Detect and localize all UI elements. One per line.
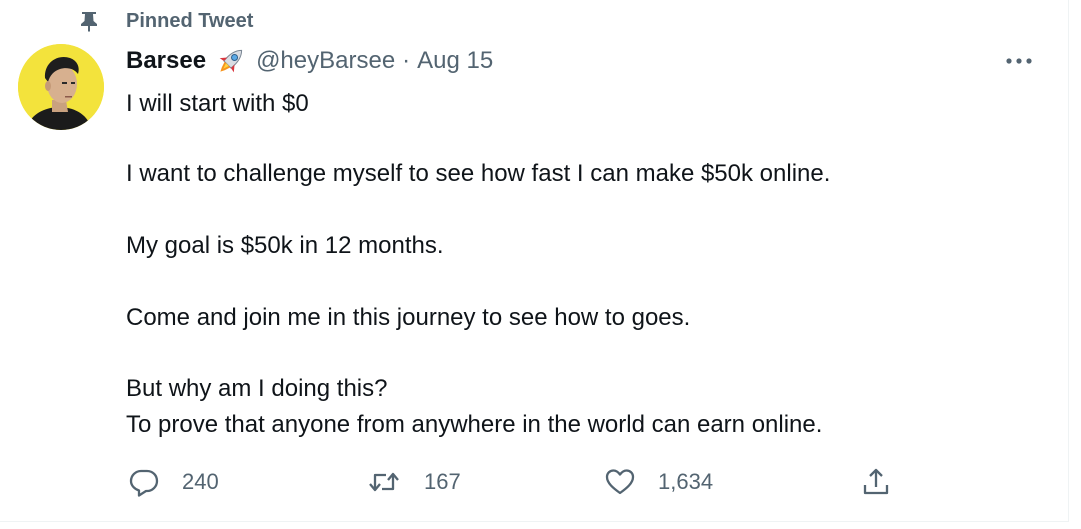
tweet-text-line: To prove that anyone from anywhere in th… xyxy=(126,411,823,438)
more-horizontal-icon[interactable] xyxy=(1003,48,1035,74)
tweet-date[interactable]: Aug 15 xyxy=(417,47,493,75)
reply-count: 240 xyxy=(182,469,219,494)
author-name[interactable]: Barsee xyxy=(126,47,206,75)
tweet-text-line: My goal is $50k in 12 months. xyxy=(126,232,444,259)
retweet-icon xyxy=(366,466,402,498)
heart-icon xyxy=(604,466,636,498)
tweet-text-line: I will start with $0 xyxy=(126,90,309,117)
like-button[interactable]: 1,634 xyxy=(604,466,860,498)
reply-button[interactable]: 240 xyxy=(128,466,366,498)
tweet-text-line: Come and join me in this journey to see … xyxy=(126,304,691,331)
reply-icon xyxy=(128,466,160,498)
tweet-text-line: I want to challenge myself to see how fa… xyxy=(126,160,831,187)
tweet-text-line: But why am I doing this? xyxy=(126,375,388,402)
pin-icon xyxy=(78,10,100,32)
retweet-count: 167 xyxy=(424,469,461,494)
tweet-header: Barsee @heyBarsee · Aug 15 xyxy=(126,46,493,76)
avatar[interactable] xyxy=(18,44,104,130)
tweet-actions: 240 167 1,634 xyxy=(128,464,892,500)
author-handle[interactable]: @heyBarsee xyxy=(256,47,395,75)
like-count: 1,634 xyxy=(658,469,714,494)
pinned-label: Pinned Tweet xyxy=(126,9,254,32)
rocket-icon xyxy=(214,44,248,78)
share-icon xyxy=(860,466,892,498)
pinned-indicator: Pinned Tweet xyxy=(78,8,253,34)
share-button[interactable] xyxy=(860,466,892,498)
retweet-button[interactable]: 167 xyxy=(366,466,604,498)
header-separator: · xyxy=(402,47,411,74)
tweet-card[interactable]: Pinned Tweet Barsee @heyBarsee · Aug 15 … xyxy=(0,0,1069,522)
